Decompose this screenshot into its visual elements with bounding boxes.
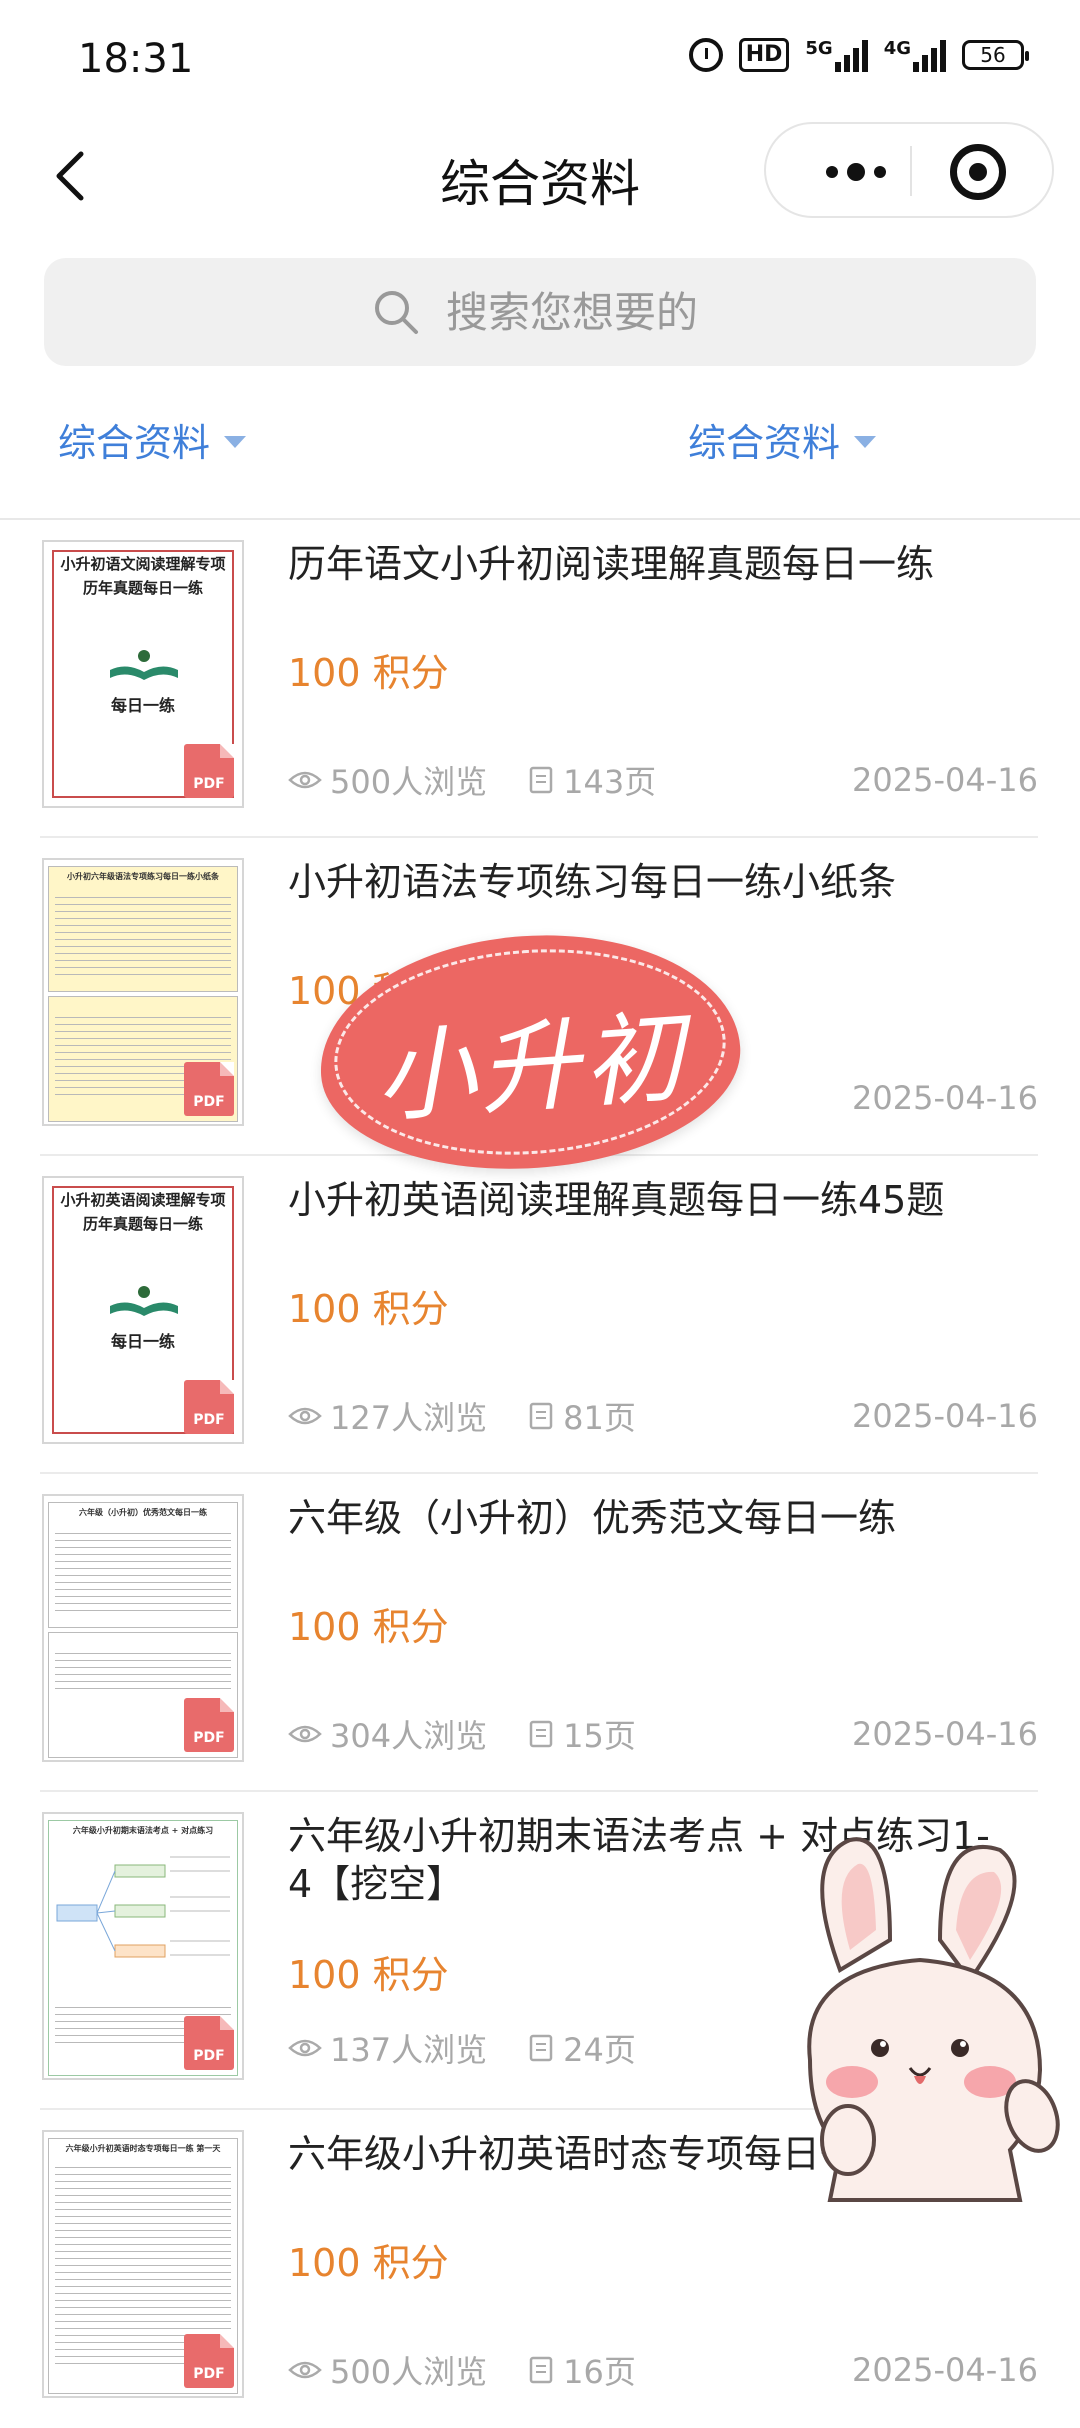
item-meta: 500人浏览 143页 2025-04-16 xyxy=(288,758,1038,802)
thumb-header: 小升初六年级语法专项练习每日一练小纸条 xyxy=(67,872,219,881)
item-thumbnail: 小升初六年级语法专项练习每日一练小纸条 PDF xyxy=(42,858,244,1126)
item-pages: 15页 xyxy=(563,1717,636,1755)
capsule-divider xyxy=(910,146,912,196)
filter-category-right[interactable]: 综合资料 xyxy=(688,412,877,467)
item-price: 100 积分 xyxy=(288,1953,449,1997)
hd-icon: HD xyxy=(738,38,790,72)
item-views: 500人浏览 xyxy=(330,763,488,801)
item-thumbnail: 小升初英语阅读理解专项 历年真题每日一练 每日一练 PDF xyxy=(42,1176,244,1444)
item-meta: 127人浏览 81页 2025-04-16 xyxy=(288,1394,1038,1438)
item-date: 2025-04-16 xyxy=(852,1715,1038,1753)
item-pages: 24页 xyxy=(563,2031,636,2069)
mini-program-capsule xyxy=(764,122,1054,218)
document-icon xyxy=(529,2356,553,2384)
filter-category-left[interactable]: 综合资料 xyxy=(58,412,247,467)
thumb-daily: 每日一练 xyxy=(110,696,175,715)
item-date: 2025-04-16 xyxy=(852,2351,1038,2389)
item-price: 100 积分 xyxy=(288,2241,449,2285)
document-icon xyxy=(529,1720,553,1748)
filter-label: 综合资料 xyxy=(688,421,841,465)
item-title: 六年级（小升初）优秀范文每日一练 xyxy=(288,1496,897,1540)
thumb-title: 小升初语文阅读理解专项 历年真题每日一练 xyxy=(60,555,226,597)
item-views: 127人浏览 xyxy=(330,1399,488,1437)
item-title: 小升初英语阅读理解真题每日一练45题 xyxy=(288,1178,945,1222)
list-item[interactable]: 小升初语文阅读理解专项 历年真题每日一练 每日一练 PDF 历年语文小升初阅读理… xyxy=(0,520,1080,838)
item-views: 137人浏览 xyxy=(330,2031,488,2069)
pdf-icon: PDF xyxy=(184,2334,234,2388)
item-pages: 143页 xyxy=(563,763,657,801)
item-price: 100 积分 xyxy=(288,1287,449,1331)
dropdown-triangle-icon xyxy=(854,435,877,448)
status-icons: HD 5G 4G 56 xyxy=(688,38,1029,72)
signal-4g-icon: 4G xyxy=(884,38,946,72)
thumb-header: 六年级（小升初）优秀范文每日一练 xyxy=(79,1508,207,1517)
item-pages: 81页 xyxy=(563,1399,636,1437)
pdf-icon: PDF xyxy=(184,1698,234,1752)
search-bar[interactable] xyxy=(44,258,1036,366)
list-item[interactable]: 六年级（小升初）优秀范文每日一练 PDF 六年级（小升初）优秀范文每日一练 10… xyxy=(0,1474,1080,1792)
item-thumbnail: 六年级小升初期末语法考点 + 对点练习 PDF xyxy=(42,1812,244,2080)
filter-label: 综合资料 xyxy=(58,421,211,465)
pdf-icon: PDF xyxy=(184,1062,234,1116)
eye-icon xyxy=(288,1725,322,1743)
item-thumbnail: 六年级（小升初）优秀范文每日一练 PDF xyxy=(42,1494,244,1762)
sticker-text: 小升初 xyxy=(371,998,691,1137)
status-bar: 18:31 HD 5G 4G 56 xyxy=(0,0,1080,120)
pdf-icon: PDF xyxy=(184,1380,234,1434)
item-meta: 304人浏览 15页 2025-04-16 xyxy=(288,1712,1038,1756)
pdf-icon: PDF xyxy=(184,2016,234,2070)
thumb-header: 六年级小升初期末语法考点 + 对点练习 xyxy=(72,1826,214,1835)
bunny-sticker-icon xyxy=(807,1837,1060,2202)
battery-icon: 56 xyxy=(962,40,1029,70)
more-dots-icon[interactable] xyxy=(806,154,906,190)
item-title: 历年语文小升初阅读理解真题每日一练 xyxy=(288,542,935,586)
item-date: 2025-04-16 xyxy=(852,1079,1038,1117)
dropdown-triangle-icon xyxy=(224,435,247,448)
book-icon xyxy=(110,1286,178,1316)
status-time: 18:31 xyxy=(78,36,194,82)
search-icon xyxy=(375,291,418,334)
mindmap-graphic xyxy=(56,1856,230,1958)
item-date: 2025-04-16 xyxy=(852,761,1038,799)
item-meta: 500人浏览 16页 2025-04-16 xyxy=(288,2348,1038,2392)
document-icon xyxy=(529,766,553,794)
item-date: 2025-04-16 xyxy=(852,1397,1038,1435)
item-title: 小升初语法专项练习每日一练小纸条 xyxy=(288,860,897,904)
item-views: 304人浏览 xyxy=(330,1717,488,1755)
document-icon xyxy=(529,2034,553,2062)
eye-icon xyxy=(288,1407,322,1425)
item-thumbnail: 小升初语文阅读理解专项 历年真题每日一练 每日一练 PDF xyxy=(42,540,244,808)
item-views: 500人浏览 xyxy=(330,2353,488,2391)
search-input[interactable] xyxy=(444,286,708,338)
thumb-title: 小升初英语阅读理解专项 历年真题每日一练 xyxy=(60,1191,226,1233)
item-price: 100 积分 xyxy=(288,1605,449,1649)
book-icon xyxy=(110,650,178,680)
item-price: 100 积分 xyxy=(288,651,449,695)
eye-icon xyxy=(288,2039,322,2057)
item-pages: 16页 xyxy=(563,2353,636,2391)
alarm-icon xyxy=(688,38,723,72)
document-icon xyxy=(529,1402,553,1430)
thumb-header: 六年级小升初英语时态专项每日一练 第一天 xyxy=(65,2144,221,2153)
eye-icon xyxy=(288,2361,322,2379)
thumb-daily: 每日一练 xyxy=(110,1332,175,1351)
eye-icon xyxy=(288,771,322,789)
target-icon[interactable] xyxy=(950,144,1006,200)
nav-bar: 综合资料 xyxy=(0,120,1080,228)
pdf-icon: PDF xyxy=(184,744,234,798)
signal-5g-icon: 5G xyxy=(805,38,868,72)
item-thumbnail: 六年级小升初英语时态专项每日一练 第一天 PDF xyxy=(42,2130,244,2398)
list-item[interactable]: 小升初英语阅读理解专项 历年真题每日一练 每日一练 PDF 小升初英语阅读理解真… xyxy=(0,1156,1080,1474)
